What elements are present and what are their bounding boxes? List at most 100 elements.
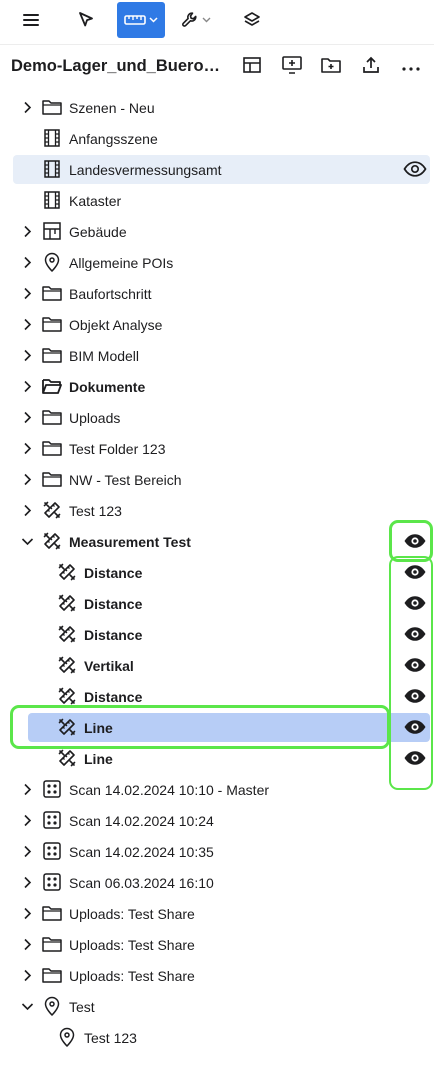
project-title: Demo-Lager_und_Bueroge...: [11, 57, 227, 75]
tree-row[interactable]: Dokumente: [0, 371, 434, 402]
folder-icon: [42, 97, 62, 117]
folder-icon: [42, 345, 62, 365]
chevron-right-icon[interactable]: [19, 223, 35, 239]
tree-item-label: Uploads: Test Share: [69, 906, 195, 922]
upload-button[interactable]: [357, 53, 385, 81]
tree-row[interactable]: Uploads: [0, 402, 434, 433]
visibility-eye-icon[interactable]: [402, 717, 428, 737]
measure-tools-icon: [42, 500, 62, 520]
tree-row[interactable]: Anfangsszene: [0, 123, 434, 154]
tree-row[interactable]: Uploads: Test Share: [0, 898, 434, 929]
chevron-right-icon[interactable]: [19, 409, 35, 425]
tree-item-label: Distance: [84, 596, 143, 612]
visibility-eye-icon[interactable]: [402, 593, 428, 613]
tree-row[interactable]: Kataster: [0, 185, 434, 216]
measure-tools-icon: [57, 562, 77, 582]
tools-button[interactable]: [172, 2, 220, 38]
measure-tools-icon: [42, 531, 62, 551]
tree-row[interactable]: Test Folder 123: [0, 433, 434, 464]
measure-tools-icon: [57, 624, 77, 644]
visibility-eye-icon[interactable]: [402, 624, 428, 644]
tree-row[interactable]: Landesvermessungsamt: [0, 154, 434, 185]
tree-item-label: BIM Modell: [69, 348, 140, 364]
tree-row[interactable]: Objekt Analyse: [0, 309, 434, 340]
measure-tool-button[interactable]: [117, 2, 165, 38]
tree-item-label: Scan 14.02.2024 10:24: [69, 813, 214, 829]
tree-row[interactable]: Baufortschritt: [0, 278, 434, 309]
tree-row[interactable]: Uploads: Test Share: [0, 960, 434, 991]
chevron-right-icon[interactable]: [19, 781, 35, 797]
visibility-eye-icon[interactable]: [402, 531, 428, 551]
measure-tools-icon: [57, 655, 77, 675]
chevron-right-icon[interactable]: [19, 967, 35, 983]
layers-button[interactable]: [232, 2, 272, 38]
tree-child-row[interactable]: Test 123: [0, 1022, 434, 1053]
tree-row[interactable]: Scan 14.02.2024 10:35: [0, 836, 434, 867]
cursor-arrow-icon: [77, 11, 95, 29]
map-pin-icon: [42, 252, 62, 272]
table-layout-button[interactable]: [238, 53, 266, 81]
chevron-right-icon[interactable]: [19, 843, 35, 859]
tree-item-label: Line: [84, 751, 113, 767]
tree-item-label: Landesvermessungsamt: [69, 162, 222, 178]
tree-row[interactable]: Uploads: Test Share: [0, 929, 434, 960]
tree-row[interactable]: Allgemeine POIs: [0, 247, 434, 278]
tree-row[interactable]: NW - Test Bereich: [0, 464, 434, 495]
tree-child-row[interactable]: Vertikal: [0, 650, 434, 681]
tree-row[interactable]: Gebäude: [0, 216, 434, 247]
visibility-eye-icon[interactable]: [402, 655, 428, 675]
building-plan-icon: [42, 221, 62, 241]
table-layout-icon: [243, 56, 261, 78]
tree-row[interactable]: Scan 14.02.2024 10:24: [0, 805, 434, 836]
add-folder-button[interactable]: [317, 53, 345, 81]
chevron-right-icon[interactable]: [19, 99, 35, 115]
visibility-eye-icon[interactable]: [402, 562, 428, 582]
chevron-right-icon[interactable]: [19, 471, 35, 487]
tree-row[interactable]: BIM Modell: [0, 340, 434, 371]
tree-item-label: Distance: [84, 565, 143, 581]
visibility-eye-icon[interactable]: [402, 748, 428, 768]
chevron-down-icon[interactable]: [19, 998, 35, 1014]
tree-child-row[interactable]: Distance: [0, 557, 434, 588]
tree-row[interactable]: Scan 06.03.2024 16:10: [0, 867, 434, 898]
folder-icon: [42, 903, 62, 923]
visibility-eye-icon[interactable]: [402, 159, 428, 179]
tree-child-row[interactable]: Line: [0, 712, 434, 743]
tree-child-row[interactable]: Distance: [0, 619, 434, 650]
tree-item-label: Allgemeine POIs: [69, 255, 174, 271]
chevron-right-icon[interactable]: [19, 378, 35, 394]
chevron-right-icon[interactable]: [19, 254, 35, 270]
tree-row[interactable]: Test 123: [0, 495, 434, 526]
chevron-right-icon[interactable]: [19, 440, 35, 456]
tree-row[interactable]: Test: [0, 991, 434, 1022]
tree-child-row[interactable]: Distance: [0, 588, 434, 619]
chevron-down-icon[interactable]: [19, 533, 35, 549]
point-grid-icon: [42, 810, 62, 830]
add-screen-button[interactable]: [278, 53, 306, 81]
chevron-right-icon[interactable]: [19, 285, 35, 301]
tree-item-label: Line: [84, 720, 113, 736]
chevron-right-icon[interactable]: [19, 316, 35, 332]
tree-child-row[interactable]: Distance: [0, 681, 434, 712]
folder-icon: [42, 469, 62, 489]
tree-item-label: NW - Test Bereich: [69, 472, 182, 488]
select-tool-button[interactable]: [66, 2, 106, 38]
chevron-right-icon[interactable]: [19, 812, 35, 828]
chevron-right-icon[interactable]: [19, 905, 35, 921]
tree-row[interactable]: Scan 14.02.2024 10:10 - Master: [0, 774, 434, 805]
tree-item-label: Uploads: [69, 410, 121, 426]
tree-row[interactable]: Szenen - Neu: [0, 92, 434, 123]
visibility-eye-icon[interactable]: [402, 686, 428, 706]
more-options-button[interactable]: [397, 53, 425, 81]
menu-button[interactable]: [12, 2, 50, 38]
folder-icon: [42, 314, 62, 334]
chevron-right-icon[interactable]: [19, 874, 35, 890]
chevron-down-icon: [202, 17, 211, 23]
chevron-right-icon[interactable]: [19, 502, 35, 518]
tree-row[interactable]: Measurement Test: [0, 526, 434, 557]
film-strip-icon: [42, 159, 62, 179]
measure-tools-icon: [57, 748, 77, 768]
chevron-right-icon[interactable]: [19, 347, 35, 363]
tree-child-row[interactable]: Line: [0, 743, 434, 774]
chevron-right-icon[interactable]: [19, 936, 35, 952]
